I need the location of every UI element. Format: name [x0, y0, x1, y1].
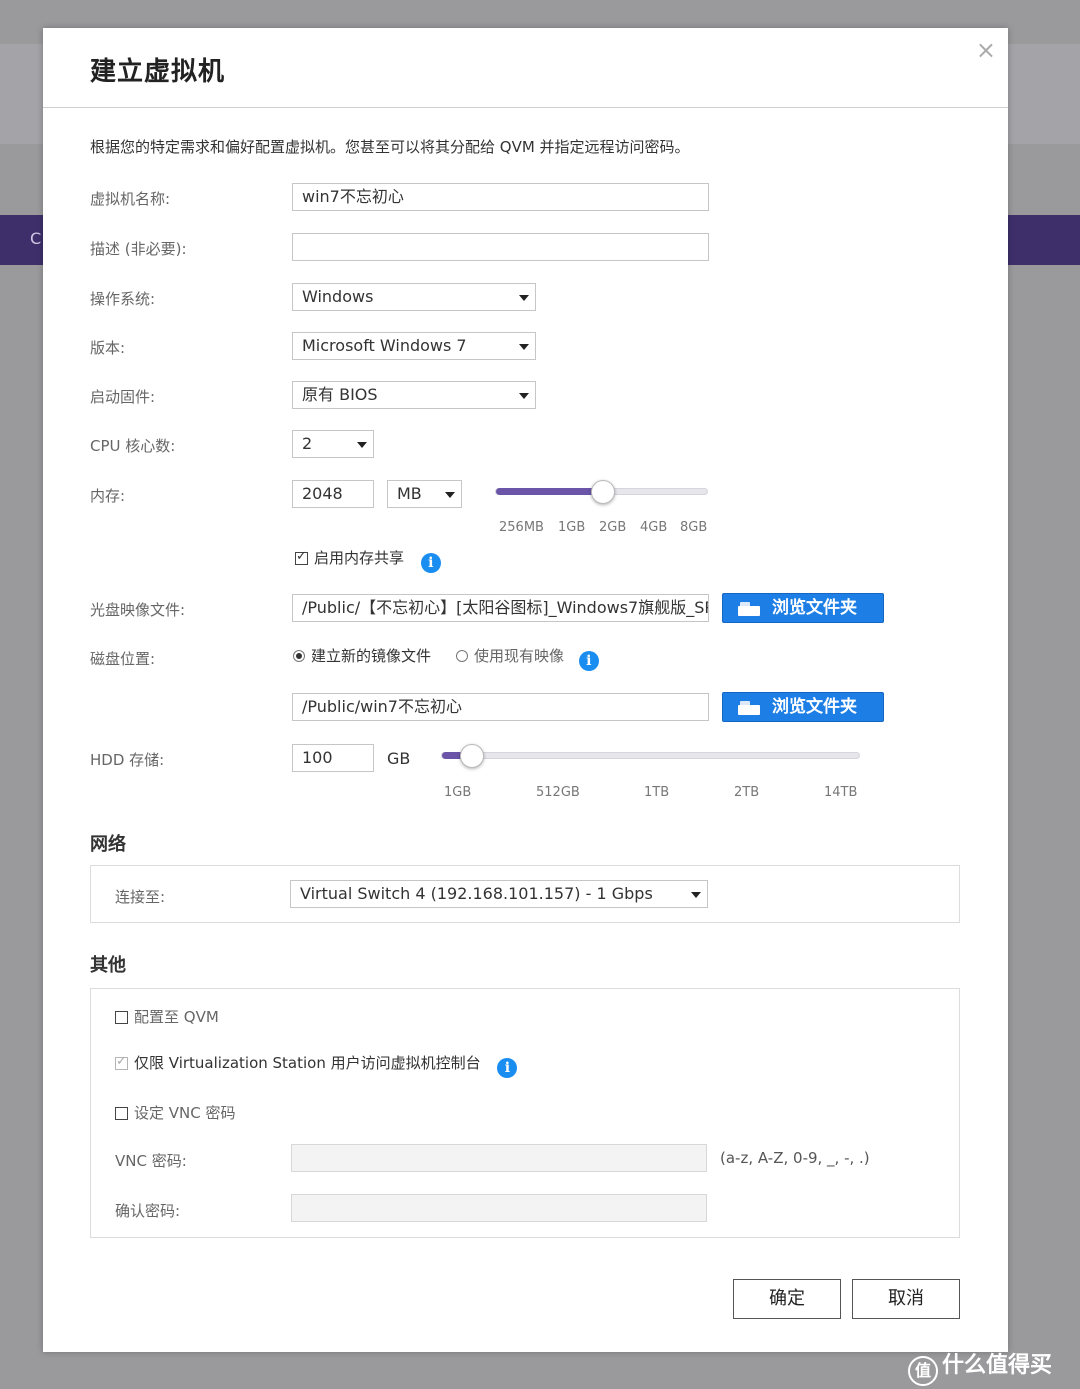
hdd-slider[interactable] [441, 744, 860, 768]
network-section-title: 网络 [90, 834, 126, 855]
version-label: 版本: [90, 339, 126, 357]
memory-slider[interactable] [495, 480, 708, 504]
confirm-password-label: 确认密码: [115, 1202, 181, 1220]
disk-path-input[interactable]: /Public/win7不忘初心 [292, 693, 709, 721]
memory-unit-value: MB [397, 484, 422, 503]
header-divider [43, 107, 1008, 108]
vnc-set-checkbox[interactable] [115, 1107, 128, 1120]
hdd-slider-handle[interactable] [460, 744, 484, 768]
hdd-unit: GB [387, 749, 411, 768]
confirm-password-input[interactable] [291, 1194, 707, 1222]
memory-label: 内存: [90, 487, 126, 505]
vnc-password-hint: (a-z, A-Z, 0-9, _, -, .) [720, 1149, 870, 1167]
description-input[interactable] [292, 233, 709, 261]
vs-only-label: 仅限 Virtualization Station 用户访问虚拟机控制台 [134, 1054, 481, 1072]
hdd-tick: 1GB [444, 785, 472, 800]
network-switch-select[interactable]: Virtual Switch 4 (192.168.101.157) - 1 G… [290, 880, 708, 908]
dialog-title: 建立虚拟机 [90, 57, 226, 87]
version-select[interactable]: Microsoft Windows 7 [292, 332, 536, 360]
cancel-button[interactable]: 取消 [852, 1279, 960, 1319]
hdd-tick: 14TB [824, 785, 858, 800]
firmware-select[interactable]: 原有 BIOS [292, 381, 536, 409]
cpu-select[interactable]: 2 [292, 430, 374, 458]
qvm-label: 配置至 QVM [134, 1008, 219, 1026]
vm-name-input[interactable]: win7不忘初心 [292, 183, 709, 211]
info-icon[interactable]: i [497, 1058, 518, 1078]
folder-icon [738, 701, 760, 715]
memory-slider-handle[interactable] [591, 480, 615, 504]
os-select[interactable]: Windows [292, 283, 536, 311]
firmware-select-value: 原有 BIOS [302, 385, 378, 404]
iso-path-input[interactable]: /Public/【不忘初心】[太阳谷图标]_Windows7旗舰版_SP1 [292, 594, 709, 622]
vs-only-option[interactable]: 仅限 Virtualization Station 用户访问虚拟机控制台 i [115, 1052, 518, 1078]
disk-existing-label: 使用现有映像 [474, 647, 565, 665]
background-toolbar-text: C [30, 229, 42, 248]
disk-option-new[interactable]: 建立新的镜像文件 [293, 645, 431, 666]
hdd-tick: 1TB [644, 785, 670, 800]
other-box: 配置至 QVM 仅限 Virtualization Station 用户访问虚拟… [90, 988, 960, 1238]
create-vm-dialog: 建立虚拟机 × 根据您的特定需求和偏好配置虚拟机。您甚至可以将其分配给 QVM … [43, 28, 1008, 1352]
memory-tick: 8GB [680, 520, 708, 535]
cpu-label: CPU 核心数: [90, 437, 176, 455]
memory-tick: 4GB [640, 520, 668, 535]
version-select-value: Microsoft Windows 7 [302, 336, 467, 355]
qvm-option[interactable]: 配置至 QVM [115, 1006, 219, 1027]
memory-share-label: 启用内存共享 [314, 549, 405, 567]
disk-existing-radio[interactable] [456, 650, 468, 662]
info-icon[interactable]: i [420, 553, 441, 573]
memory-unit-select[interactable]: MB [387, 480, 462, 508]
memory-share-option[interactable]: 启用内存共享 i [295, 547, 441, 573]
vnc-password-label: VNC 密码: [115, 1152, 187, 1170]
connect-to-label: 连接至: [115, 888, 166, 906]
firmware-label: 启动固件: [90, 388, 156, 406]
vnc-password-input[interactable] [291, 1144, 707, 1172]
hdd-label: HDD 存储: [90, 751, 165, 769]
memory-tick: 2GB [599, 520, 627, 535]
iso-browse-label: 浏览文件夹 [772, 598, 857, 618]
hdd-tick: 512GB [536, 785, 580, 800]
network-switch-value: Virtual Switch 4 (192.168.101.157) - 1 G… [300, 884, 653, 903]
folder-icon [738, 602, 760, 616]
description-label: 描述 (非必要): [90, 240, 187, 258]
iso-label: 光盘映像文件: [90, 601, 186, 619]
other-section-title: 其他 [90, 955, 126, 976]
vs-only-checkbox[interactable] [115, 1054, 128, 1070]
network-box: 连接至: Virtual Switch 4 (192.168.101.157) … [90, 865, 960, 923]
vnc-set-label: 设定 VNC 密码 [134, 1104, 236, 1122]
disk-location-label: 磁盘位置: [90, 650, 156, 668]
dialog-description: 根据您的特定需求和偏好配置虚拟机。您甚至可以将其分配给 QVM 并指定远程访问密… [90, 138, 690, 156]
ok-button[interactable]: 确定 [733, 1279, 841, 1319]
disk-option-existing[interactable]: 使用现有映像 i [456, 645, 599, 671]
vnc-set-option[interactable]: 设定 VNC 密码 [115, 1102, 236, 1123]
disk-browse-button[interactable]: 浏览文件夹 [722, 692, 884, 722]
close-icon[interactable]: × [976, 36, 996, 64]
iso-browse-button[interactable]: 浏览文件夹 [722, 593, 884, 623]
info-icon[interactable]: i [578, 651, 599, 671]
memory-share-checkbox[interactable] [295, 549, 308, 565]
os-select-value: Windows [302, 287, 374, 306]
hdd-tick: 2TB [734, 785, 760, 800]
watermark: 值什么值得买 [908, 1347, 1052, 1386]
watermark-logo-icon: 值 [908, 1356, 938, 1386]
memory-tick: 256MB [499, 520, 544, 535]
vm-name-label: 虚拟机名称: [90, 190, 171, 208]
watermark-text: 什么值得买 [942, 1353, 1053, 1378]
memory-tick: 1GB [558, 520, 586, 535]
disk-browse-label: 浏览文件夹 [772, 697, 857, 717]
disk-new-label: 建立新的镜像文件 [311, 647, 432, 665]
os-label: 操作系统: [90, 290, 156, 308]
cpu-select-value: 2 [302, 434, 313, 453]
hdd-size-input[interactable]: 100 [292, 744, 374, 772]
memory-slider-fill [496, 488, 602, 495]
memory-input[interactable]: 2048 [292, 480, 374, 508]
disk-new-radio[interactable] [293, 650, 305, 662]
qvm-checkbox[interactable] [115, 1011, 128, 1024]
